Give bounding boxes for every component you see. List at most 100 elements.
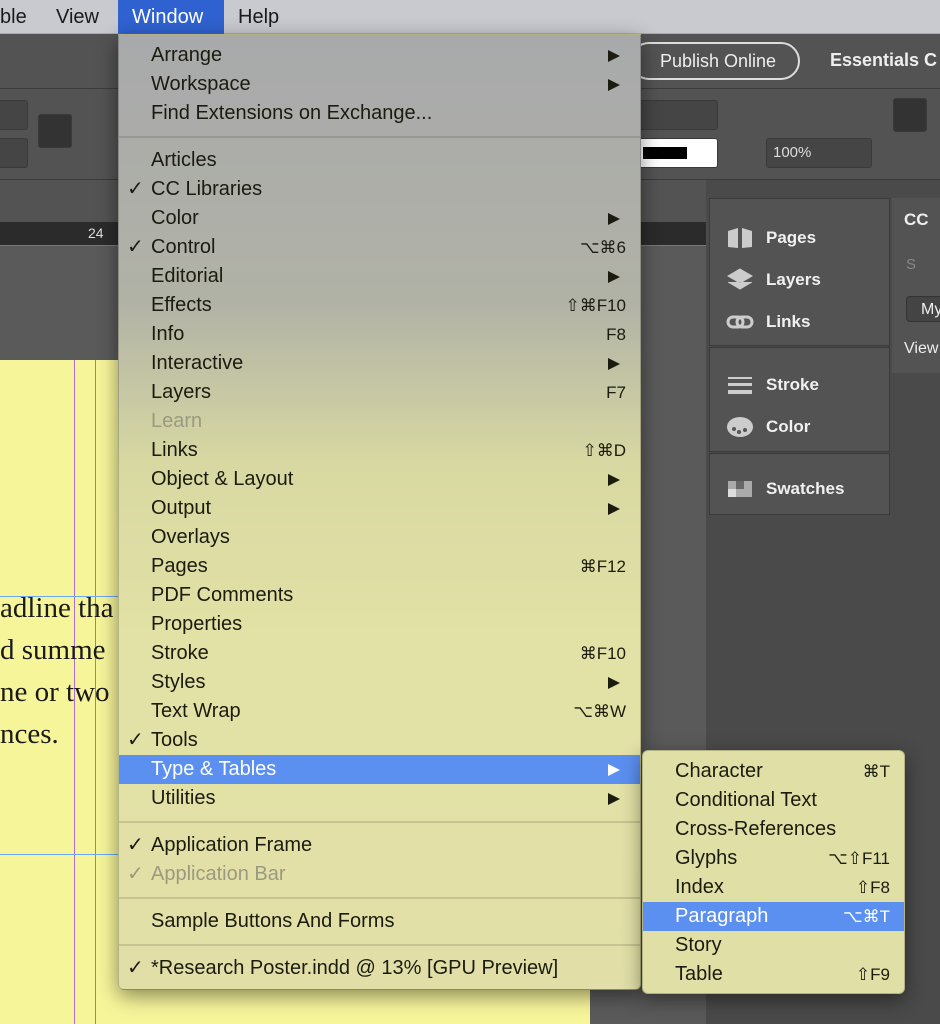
menu-item-label: Object & Layout <box>151 468 294 490</box>
submenu-arrow-icon <box>608 271 620 283</box>
menu-item-pdf-comments[interactable]: PDF Comments <box>119 581 640 610</box>
text-line[interactable]: d summe <box>0 634 106 667</box>
panel-pages[interactable]: Pages <box>726 223 816 253</box>
workspace-switcher[interactable]: Essentials C <box>830 50 937 71</box>
link-icon[interactable] <box>38 114 72 148</box>
panel-links[interactable]: Links <box>726 307 810 337</box>
menu-item-label: Arrange <box>151 44 223 66</box>
submenu-arrow-icon <box>608 213 620 225</box>
menu-item-styles[interactable]: Styles <box>119 668 640 697</box>
menu-item-properties[interactable]: Properties <box>119 610 640 639</box>
menu-item-pages[interactable]: Pages ⌘F12 <box>119 552 640 581</box>
menu-item-glyphs[interactable]: Glyphs ⌥⇧F11 <box>643 844 904 873</box>
menu-item-control[interactable]: ✓ Control ⌥⌘6 <box>119 233 640 262</box>
cc-library-dropdown[interactable]: My <box>906 296 940 322</box>
panel-stroke[interactable]: Stroke <box>726 370 819 400</box>
menu-item-layers[interactable]: Layers F7 <box>119 378 640 407</box>
submenu-arrow-icon <box>608 474 620 486</box>
menu-item-arrange[interactable]: Arrange <box>119 41 640 70</box>
shortcut: ⇧⌘D <box>582 441 626 460</box>
menu-item-stroke[interactable]: Stroke ⌘F10 <box>119 639 640 668</box>
menu-item-articles[interactable]: Articles <box>119 146 640 175</box>
menu-item-output[interactable]: Output <box>119 494 640 523</box>
pages-icon <box>728 228 752 248</box>
menu-item-effects[interactable]: Effects ⇧⌘F10 <box>119 291 640 320</box>
menu-item-label: Effects <box>151 294 212 316</box>
text-line[interactable]: ne or two <box>0 676 110 709</box>
menu-table[interactable]: ble <box>0 0 37 34</box>
menu-item-utilities[interactable]: Utilities <box>119 784 640 813</box>
menu-item-research-poster-indd-13-gpu-preview[interactable]: ✓ *Research Poster.indd @ 13% [GPU Previe… <box>119 954 640 983</box>
panel-group: Stroke Color <box>709 347 890 452</box>
menu-item-find-extensions-on-exchange[interactable]: Find Extensions on Exchange... <box>119 99 640 128</box>
menu-item-index[interactable]: Index ⇧F8 <box>643 873 904 902</box>
menu-item-label: Control <box>151 236 216 258</box>
menu-item-label: PDF Comments <box>151 584 294 606</box>
menu-item-info[interactable]: Info F8 <box>119 320 640 349</box>
menu-item-label: Editorial <box>151 265 224 287</box>
menu-item-sample-buttons-and-forms[interactable]: Sample Buttons And Forms <box>119 907 640 936</box>
cc-search[interactable]: S <box>906 256 916 273</box>
submenu-arrow-icon <box>608 677 620 689</box>
panel-group: Pages Layers Links <box>709 198 890 346</box>
submenu-arrow-icon <box>608 50 620 62</box>
checkmark-icon: ✓ <box>127 729 144 751</box>
stroke-type-dropdown[interactable] <box>630 100 718 130</box>
publish-label: Publish Online <box>660 51 777 71</box>
menu-separator <box>119 128 640 146</box>
menu-item-label: Story <box>675 934 722 956</box>
panel-swatches[interactable]: Swatches <box>726 474 844 504</box>
submenu-arrow-icon <box>608 358 620 370</box>
menu-item-tools[interactable]: ✓ Tools <box>119 726 640 755</box>
menu-item-links[interactable]: Links ⇧⌘D <box>119 436 640 465</box>
text-line[interactable]: nces. <box>0 718 59 751</box>
menu-item-cc-libraries[interactable]: ✓ CC Libraries <box>119 175 640 204</box>
menu-separator <box>119 813 640 831</box>
publish-online-button[interactable]: Publish Online <box>630 42 800 80</box>
menu-item-label: Links <box>151 439 198 461</box>
panel-layers[interactable]: Layers <box>726 265 821 295</box>
menu-item-color[interactable]: Color <box>119 204 640 233</box>
submenu-arrow-icon <box>608 79 620 91</box>
stroke-color-swatch[interactable] <box>630 138 718 168</box>
menu-window[interactable]: Window <box>118 0 224 34</box>
menu-item-application-frame[interactable]: ✓ Application Frame <box>119 831 640 860</box>
opacity-field[interactable]: 100% <box>766 138 872 168</box>
dropdown[interactable] <box>0 138 28 168</box>
menu-item-label: Stroke <box>151 642 209 664</box>
menu-item-story[interactable]: Story <box>643 931 904 960</box>
shortcut: ⌥⇧F11 <box>828 849 890 868</box>
text-line[interactable]: adline tha <box>0 592 114 625</box>
ruler-tick-label: 24 <box>88 225 104 241</box>
dropdown[interactable] <box>0 100 28 130</box>
menu-item-type-tables[interactable]: Type & Tables <box>119 755 640 784</box>
menu-item-workspace[interactable]: Workspace <box>119 70 640 99</box>
menu-item-interactive[interactable]: Interactive <box>119 349 640 378</box>
align-icon[interactable] <box>893 98 927 132</box>
menu-item-editorial[interactable]: Editorial <box>119 262 640 291</box>
submenu-arrow-icon <box>608 503 620 515</box>
menu-separator <box>119 936 640 954</box>
menu-item-table[interactable]: Table ⇧F9 <box>643 960 904 989</box>
menu-item-label: Overlays <box>151 526 230 548</box>
menu-item-label: Workspace <box>151 73 251 95</box>
menu-item-cross-references[interactable]: Cross-References <box>643 815 904 844</box>
menu-help[interactable]: Help <box>228 0 289 34</box>
cc-title: CC <box>904 210 929 229</box>
panel-group: Swatches <box>709 453 890 515</box>
menu-item-label: *Research Poster.indd @ 13% [GPU Preview… <box>151 957 559 979</box>
menu-item-text-wrap[interactable]: Text Wrap ⌥⌘W <box>119 697 640 726</box>
opacity-value: 100% <box>773 144 812 161</box>
panel-color[interactable]: Color <box>726 412 810 442</box>
menu-item-character[interactable]: Character ⌘T <box>643 757 904 786</box>
menu-item-application-bar: ✓ Application Bar <box>119 860 640 889</box>
menu-item-object-layout[interactable]: Object & Layout <box>119 465 640 494</box>
layers-icon <box>727 268 753 290</box>
menu-item-paragraph[interactable]: Paragraph ⌥⌘T <box>643 902 904 931</box>
submenu-arrow-icon <box>608 793 620 805</box>
menu-item-overlays[interactable]: Overlays <box>119 523 640 552</box>
menu-item-conditional-text[interactable]: Conditional Text <box>643 786 904 815</box>
menu-view[interactable]: View <box>46 0 109 34</box>
menu-item-label: Index <box>675 876 724 898</box>
checkmark-icon: ✓ <box>127 834 144 856</box>
